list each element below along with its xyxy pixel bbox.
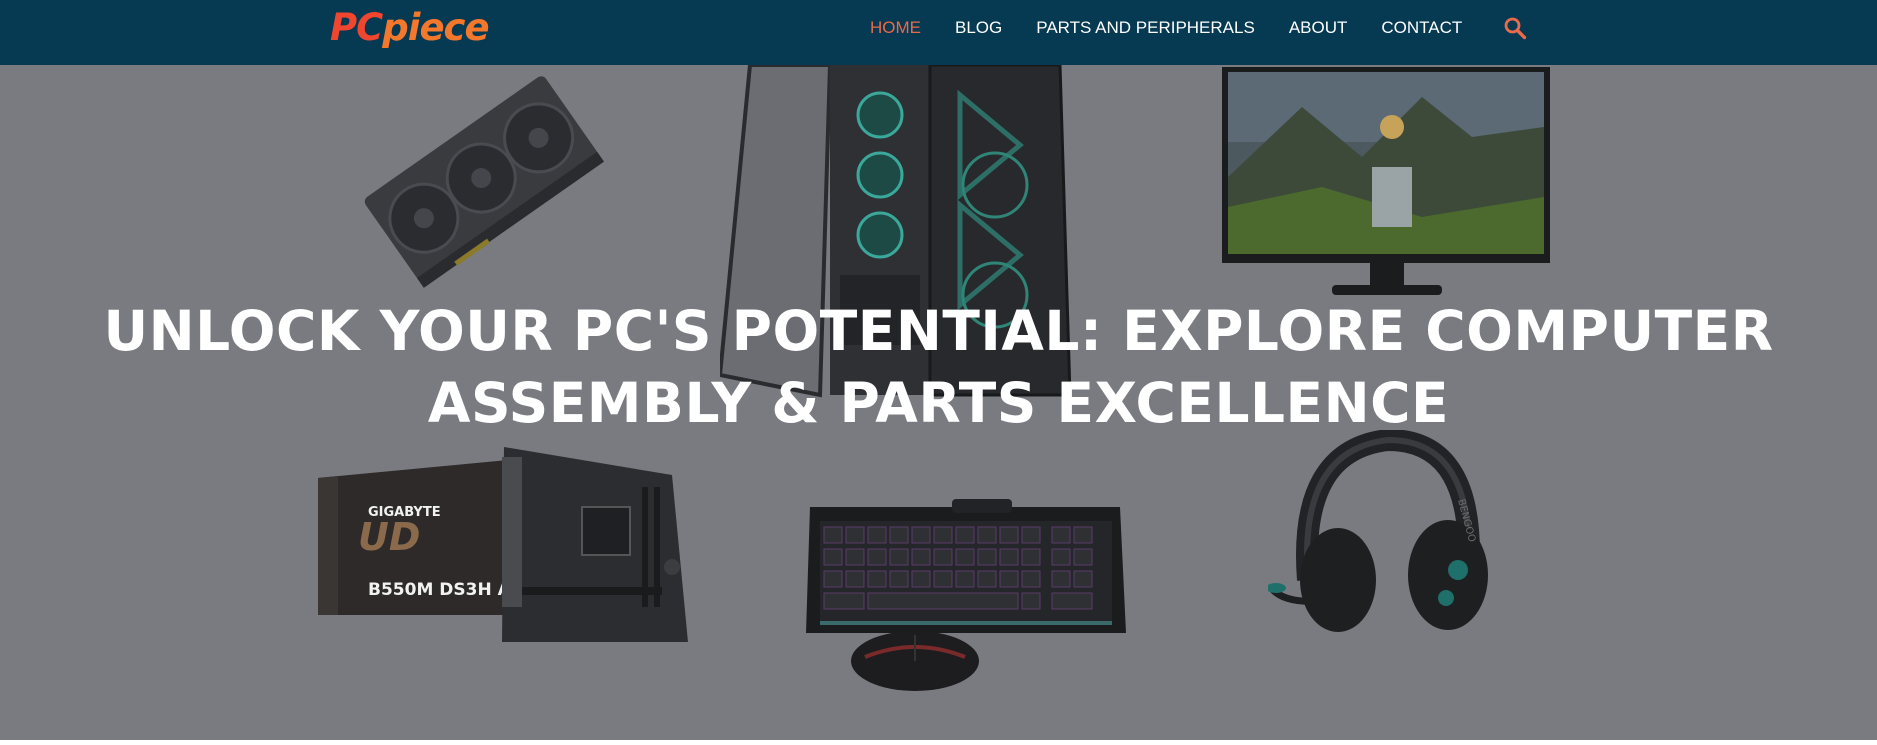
monitor-image <box>1222 67 1550 295</box>
top-navbar: PC piece HOME BLOG PARTS AND PERIPHERALS … <box>0 0 1877 65</box>
graphics-card-image <box>364 76 605 288</box>
nav-home[interactable]: HOME <box>870 18 921 38</box>
main-nav: HOME BLOG PARTS AND PERIPHERALS ABOUT CO… <box>870 0 1496 55</box>
nav-contact[interactable]: CONTACT <box>1381 18 1462 38</box>
mouse-image <box>851 631 979 691</box>
nav-about[interactable]: ABOUT <box>1289 18 1348 38</box>
keyboard-image <box>806 499 1126 633</box>
logo-piece-text: piece <box>382 5 489 49</box>
search-button[interactable] <box>1500 14 1530 42</box>
nav-blog[interactable]: BLOG <box>955 18 1002 38</box>
motherboard-box-image: GIGABYTE UD B550M DS3H AC <box>318 460 518 615</box>
hero-banner: GIGABYTE UD B550M DS3H AC BENGOO UNLOCK … <box>0 65 1877 740</box>
page-bottom-edge <box>0 740 1877 745</box>
search-icon <box>1504 17 1527 40</box>
logo-pc-text: PC <box>330 5 383 49</box>
hero-title: UNLOCK YOUR PC'S POTENTIAL: EXPLORE COMP… <box>103 299 1774 435</box>
svg-text:UD: UD <box>358 515 420 559</box>
nav-parts-and-peripherals[interactable]: PARTS AND PERIPHERALS <box>1036 18 1255 38</box>
site-logo[interactable]: PC piece <box>330 4 490 50</box>
motherboard-image <box>502 447 688 642</box>
headset-image: BENGOO <box>1268 430 1488 632</box>
